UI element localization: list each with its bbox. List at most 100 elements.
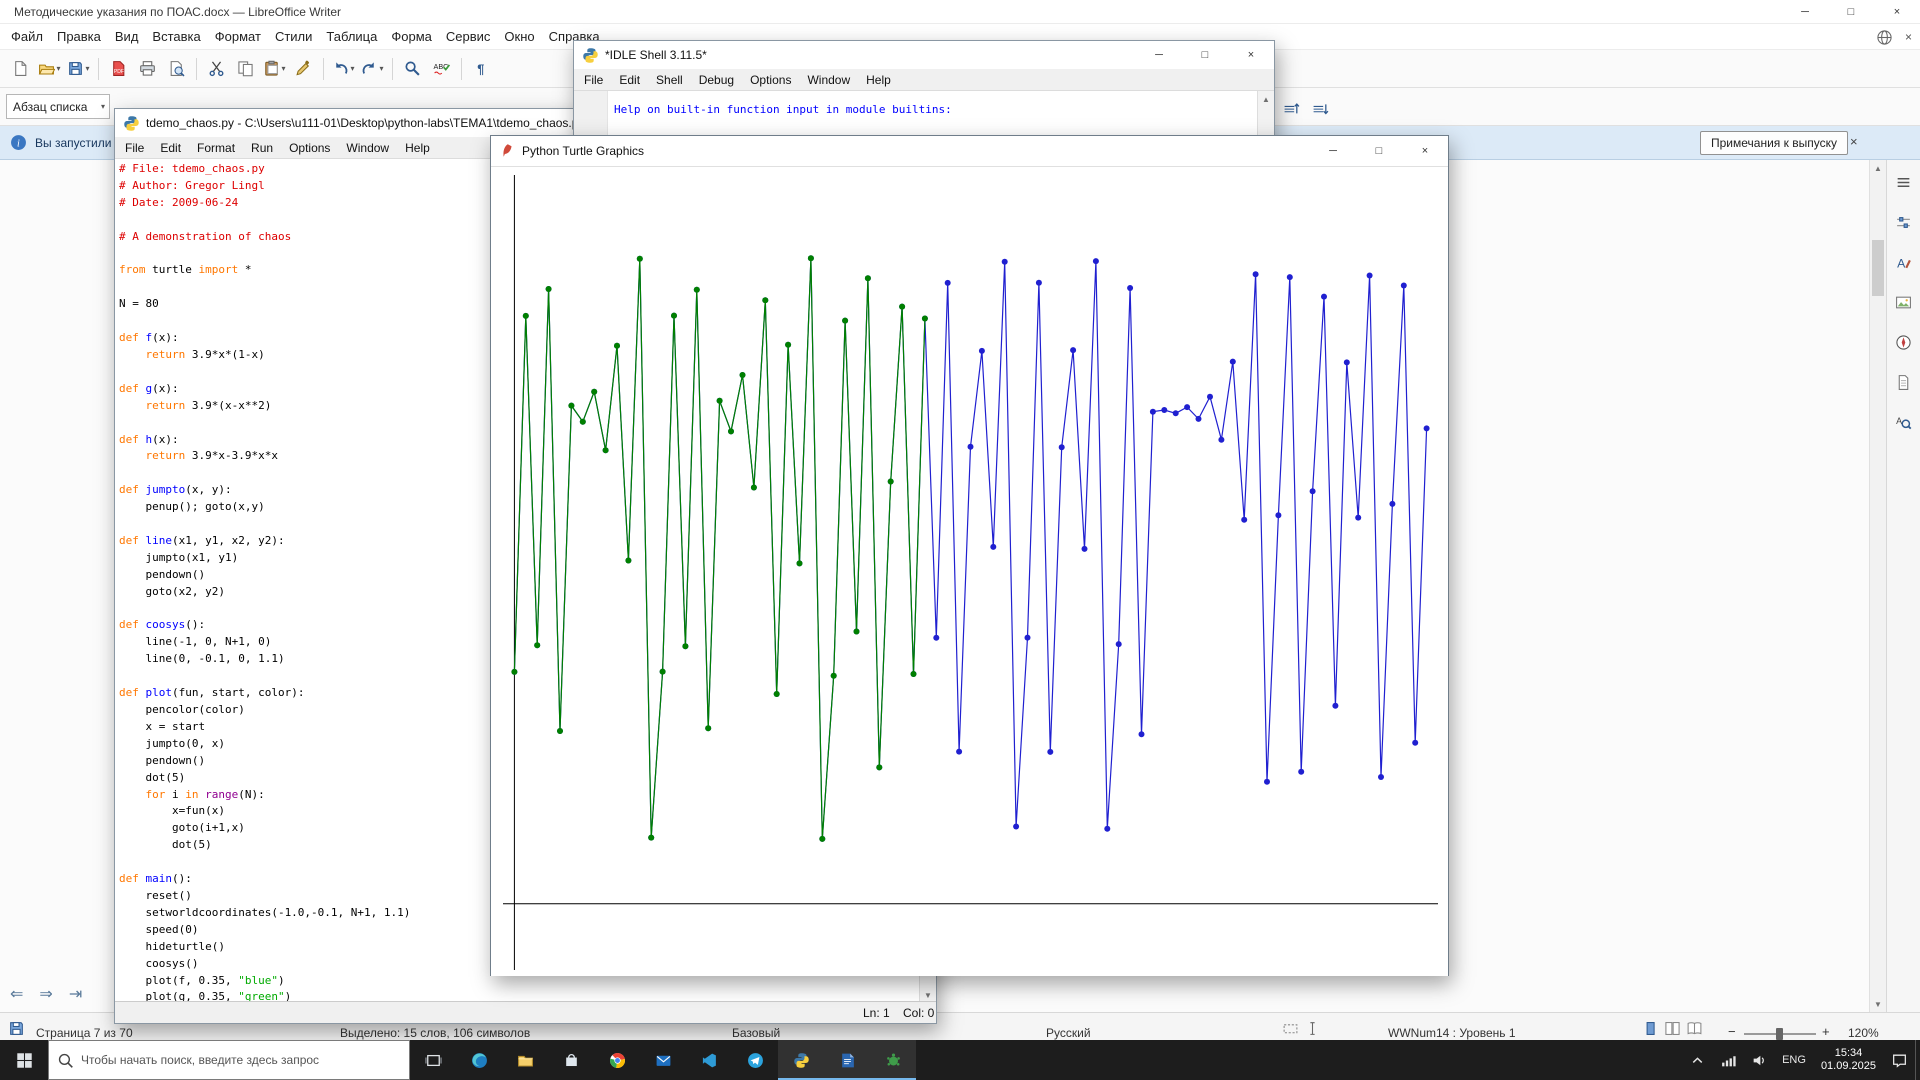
open-button[interactable]: ▾ [36, 55, 63, 83]
print-preview-button[interactable] [163, 55, 190, 83]
minimize-button[interactable]: ─ [1782, 0, 1828, 24]
task-view-button[interactable] [410, 1040, 456, 1080]
properties-icon[interactable] [1892, 210, 1916, 234]
menu-item-edit[interactable]: Edit [611, 71, 648, 89]
release-notes-button[interactable]: Примечания к выпуску [1700, 131, 1848, 155]
jump-to-page-icon[interactable]: ⇥ [69, 984, 82, 1004]
action-center-icon[interactable] [1891, 1052, 1908, 1069]
clock[interactable]: 15:34 01.09.2025 [1821, 1047, 1876, 1073]
chrome-taskbar-button[interactable] [594, 1040, 640, 1080]
document-vertical-scrollbar[interactable]: ▲ ▼ [1869, 160, 1886, 1012]
taskbar-search[interactable]: Чтобы начать поиск, введите здесь запрос [48, 1040, 410, 1080]
menu-item-окно[interactable]: Окно [497, 26, 541, 47]
chevron-down-icon[interactable]: ▾ [379, 64, 383, 73]
edge-taskbar-button[interactable] [456, 1040, 502, 1080]
menu-item-edit[interactable]: Edit [152, 139, 189, 157]
chevron-down-icon[interactable]: ▾ [350, 64, 354, 73]
menu-item-shell[interactable]: Shell [648, 71, 691, 89]
menu-item-стили[interactable]: Стили [268, 26, 319, 47]
menu-item-вид[interactable]: Вид [108, 26, 146, 47]
scroll-up-icon[interactable]: ▲ [1870, 160, 1886, 176]
menu-item-debug[interactable]: Debug [691, 71, 742, 89]
redo-button[interactable]: ▾ [359, 55, 386, 83]
mail-taskbar-button[interactable] [640, 1040, 686, 1080]
turtle-canvas[interactable] [491, 166, 1448, 976]
network-icon[interactable] [1720, 1052, 1737, 1069]
menu-item-format[interactable]: Format [189, 139, 243, 157]
turtle-titlebar[interactable]: Python Turtle Graphics ─ □ × [491, 136, 1448, 166]
save-button[interactable]: ▾ [65, 55, 92, 83]
maximize-button[interactable]: □ [1182, 41, 1228, 69]
close-button[interactable]: × [1874, 0, 1920, 24]
cut-button[interactable] [203, 55, 230, 83]
menu-item-window[interactable]: Window [338, 139, 397, 157]
previous-page-icon[interactable]: ⇐ [10, 984, 23, 1004]
zoom-in-button[interactable]: + [1822, 1024, 1830, 1039]
volume-icon[interactable] [1751, 1052, 1768, 1069]
copy-button[interactable] [232, 55, 259, 83]
word-count-status[interactable]: Выделено: 15 слов, 106 символов [340, 1026, 530, 1040]
paragraph-style-combobox[interactable]: Абзац списка ▾ [6, 94, 110, 119]
menu-item-options[interactable]: Options [281, 139, 338, 157]
shell-titlebar[interactable]: *IDLE Shell 3.11.5* ─ □ × [574, 41, 1274, 69]
styles-icon[interactable]: A [1892, 250, 1916, 274]
start-button[interactable] [0, 1040, 48, 1080]
scroll-up-icon[interactable]: ▲ [1258, 91, 1274, 107]
single-page-view-icon[interactable] [1642, 1020, 1659, 1037]
next-page-icon[interactable]: ⇒ [39, 984, 52, 1004]
show-desktop-button[interactable] [1915, 1040, 1920, 1080]
libreoffice-writer-taskbar-button[interactable] [824, 1040, 870, 1080]
paragraph-spacing-decrease-button[interactable] [1307, 93, 1334, 121]
menu-item-run[interactable]: Run [243, 139, 281, 157]
infobar-close-icon[interactable]: × [1850, 134, 1858, 149]
language-status[interactable]: Русский [1046, 1026, 1091, 1040]
close-document-button[interactable]: × [1905, 30, 1912, 44]
undo-button[interactable]: ▾ [330, 55, 357, 83]
telegram-taskbar-button[interactable] [732, 1040, 778, 1080]
formatting-marks-button[interactable]: ¶ [468, 55, 495, 83]
scrollbar-thumb[interactable] [1872, 240, 1884, 296]
print-button[interactable] [134, 55, 161, 83]
language-indicator[interactable]: ENG [1782, 1054, 1806, 1066]
chevron-down-icon[interactable]: ▾ [281, 64, 285, 73]
page-count-status[interactable]: Страница 7 из 70 [36, 1026, 133, 1040]
libreoffice-titlebar[interactable]: Методические указания по ПОАС.docx — Lib… [0, 0, 1920, 24]
new-document-button[interactable] [7, 55, 34, 83]
spelling-button[interactable]: ABC [428, 55, 455, 83]
menu-item-таблица[interactable]: Таблица [319, 26, 384, 47]
minimize-button[interactable]: ─ [1310, 136, 1356, 166]
chevron-down-icon[interactable]: ▾ [85, 64, 89, 73]
help-globe-icon[interactable] [1876, 29, 1893, 46]
zoom-level[interactable]: 120% [1848, 1026, 1879, 1040]
menu-item-правка[interactable]: Правка [50, 26, 108, 47]
page-style-status[interactable]: Базовый [732, 1026, 780, 1040]
menu-item-файл[interactable]: Файл [4, 26, 50, 47]
menu-item-help[interactable]: Help [397, 139, 438, 157]
menu-item-window[interactable]: Window [799, 71, 858, 89]
multi-page-view-icon[interactable] [1664, 1020, 1681, 1037]
navigator-icon[interactable] [1892, 330, 1916, 354]
selection-mode-icon[interactable] [1282, 1020, 1299, 1037]
vscode-taskbar-button[interactable] [686, 1040, 732, 1080]
menu-item-формат[interactable]: Формат [208, 26, 268, 47]
menu-item-форма[interactable]: Форма [384, 26, 439, 47]
python-idle-taskbar-button[interactable] [778, 1040, 824, 1080]
menu-item-file[interactable]: File [117, 139, 152, 157]
book-view-icon[interactable] [1686, 1020, 1703, 1037]
sidebar-settings-icon[interactable] [1892, 170, 1916, 194]
zoom-slider-thumb[interactable] [1776, 1028, 1783, 1040]
chevron-down-icon[interactable]: ▾ [56, 64, 60, 73]
python-turtle-taskbar-button[interactable] [870, 1040, 916, 1080]
maximize-button[interactable]: □ [1828, 0, 1874, 24]
export-pdf-button[interactable]: PDF [105, 55, 132, 83]
maximize-button[interactable]: □ [1356, 136, 1402, 166]
clone-formatting-button[interactable] [290, 55, 317, 83]
paragraph-spacing-increase-button[interactable] [1278, 93, 1305, 121]
menu-item-options[interactable]: Options [742, 71, 799, 89]
file-explorer-taskbar-button[interactable] [502, 1040, 548, 1080]
close-button[interactable]: × [1402, 136, 1448, 166]
page-icon[interactable] [1892, 370, 1916, 394]
gallery-icon[interactable] [1892, 290, 1916, 314]
menu-item-сервис[interactable]: Сервис [439, 26, 498, 47]
hidden-icons-chevron[interactable] [1689, 1052, 1706, 1069]
